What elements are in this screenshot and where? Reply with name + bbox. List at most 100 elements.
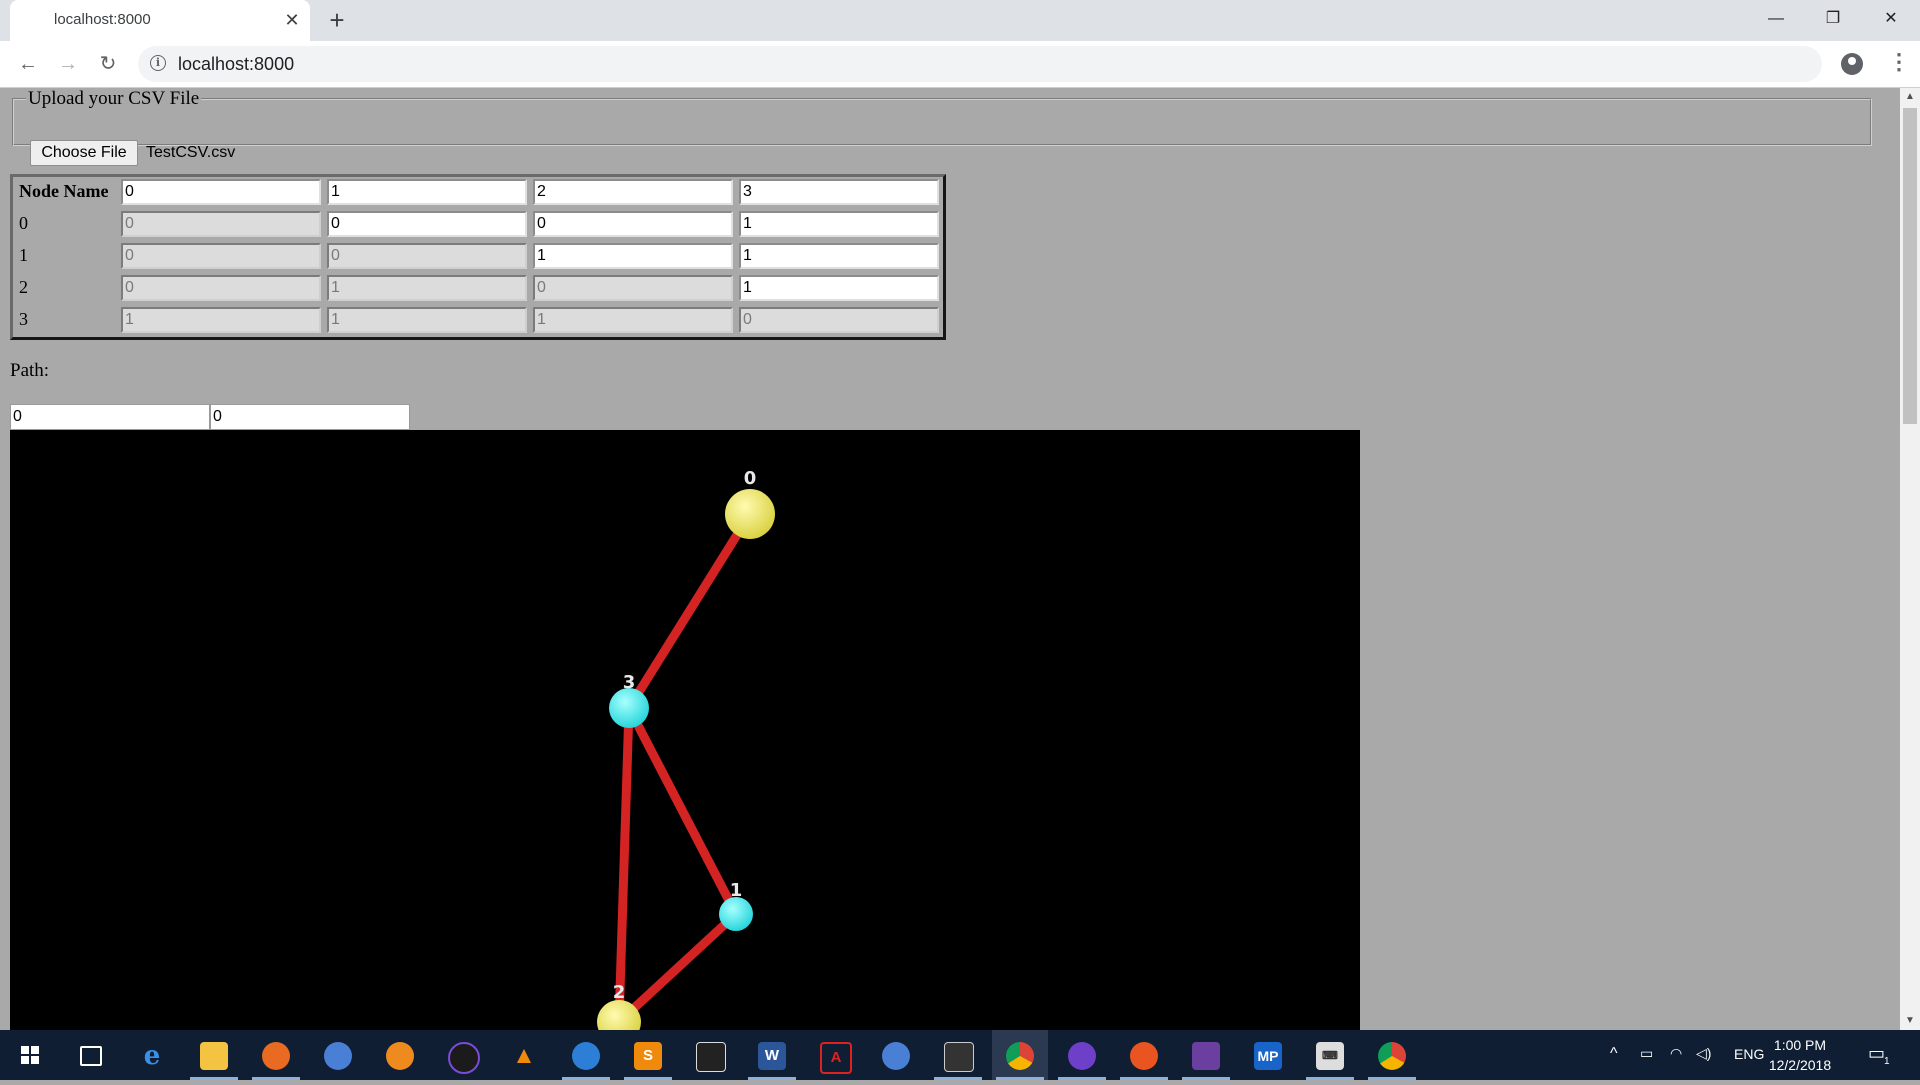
scroll-up-icon[interactable]: ▲ — [1900, 88, 1920, 106]
clock-date: 12/2/2018 — [1768, 1057, 1832, 1073]
matrix-cell — [327, 243, 527, 269]
chrome-icon[interactable] — [992, 1030, 1048, 1080]
minimize-icon[interactable]: — — [1753, 4, 1799, 34]
github-desktop-icon[interactable] — [1054, 1030, 1110, 1080]
action-center-icon[interactable]: ▭ — [1868, 1043, 1885, 1064]
close-window-icon[interactable]: ✕ — [1868, 4, 1914, 34]
video-editor-icon[interactable] — [682, 1030, 738, 1080]
row-label: 0 — [19, 213, 28, 233]
tab-strip: localhost:8000 ✕ + — ❐ ✕ — [0, 0, 1920, 41]
restore-icon[interactable]: ❐ — [1810, 4, 1856, 34]
graph-node-label: 2 — [613, 982, 626, 1003]
graph-node-label: 3 — [623, 672, 636, 693]
matrix-cell[interactable] — [739, 243, 939, 269]
graph-edge-3-2 — [614, 703, 634, 1027]
row-label: 3 — [19, 309, 28, 329]
browser-tab[interactable]: localhost:8000 ✕ — [10, 0, 310, 41]
matrix-cell — [533, 307, 733, 333]
graph-svg[interactable]: 0 3 1 2 — [10, 430, 1360, 1030]
graph-edge-1-2 — [614, 909, 741, 1027]
sublime-text-icon[interactable]: S — [620, 1030, 676, 1080]
column-header-input[interactable] — [327, 179, 527, 205]
reload-icon[interactable]: ↻ — [94, 50, 122, 78]
tab-title: localhost:8000 — [54, 11, 151, 28]
orange-app-icon[interactable] — [372, 1030, 428, 1080]
chrome-2-icon[interactable] — [1364, 1030, 1420, 1080]
matrix-cell[interactable] — [533, 243, 733, 269]
edge-icon[interactable]: e — [124, 1030, 180, 1080]
graph-node-label: 1 — [730, 880, 743, 901]
scroll-down-icon[interactable]: ▼ — [1900, 1012, 1920, 1030]
row-label: 1 — [19, 245, 28, 265]
matrix-cell — [121, 211, 321, 237]
chevron-up-icon[interactable]: ^ — [1610, 1045, 1618, 1063]
matrix-cell — [327, 275, 527, 301]
selected-file-name: TestCSV.csv — [146, 144, 236, 161]
vlc-icon[interactable]: ▲ — [496, 1030, 552, 1080]
path-label: Path: — [10, 360, 50, 381]
forward-icon[interactable]: → — [54, 50, 82, 78]
winrar-icon[interactable] — [1178, 1030, 1234, 1080]
wifi-icon[interactable]: ◠ — [1670, 1045, 1682, 1062]
system-clock[interactable]: 1:00 PM 12/2/2018 — [1758, 1035, 1842, 1075]
address-bar[interactable]: i localhost:8000 ☆ — [138, 46, 1822, 82]
close-tab-icon[interactable]: ✕ — [280, 8, 304, 32]
graph-edge-0-3 — [624, 509, 755, 713]
matrix-cell — [739, 307, 939, 333]
acrobat-icon[interactable]: A — [806, 1030, 862, 1080]
media-app-icon[interactable] — [434, 1030, 490, 1080]
upload-fieldset: Upload your CSV File Choose File TestCSV… — [12, 88, 1872, 166]
back-icon[interactable]: ← — [14, 50, 42, 78]
graph-canvas[interactable]: 0 3 1 2 — [10, 430, 1360, 1030]
page-content: Upload your CSV File Choose File TestCSV… — [0, 88, 1900, 1030]
matrix-cell — [121, 275, 321, 301]
new-tab-icon[interactable]: + — [323, 6, 351, 34]
volume-icon[interactable]: ◁) — [1696, 1045, 1711, 1062]
clock-time: 1:00 PM — [1773, 1037, 1827, 1053]
remote-desktop-icon[interactable]: ⌨ — [1302, 1030, 1358, 1080]
notification-count: 1 — [1884, 1056, 1890, 1067]
profile-avatar-icon[interactable] — [1841, 53, 1863, 75]
scroll-thumb[interactable] — [1903, 108, 1917, 424]
snipping-tool-icon[interactable] — [930, 1030, 986, 1080]
choose-file-button[interactable]: Choose File — [30, 140, 138, 166]
firefox-icon[interactable] — [248, 1030, 304, 1080]
ubuntu-icon[interactable] — [1116, 1030, 1172, 1080]
column-header-input[interactable] — [121, 179, 321, 205]
column-header-input[interactable] — [739, 179, 939, 205]
browser-toolbar: ← → ↻ i localhost:8000 ☆ ⋮ — [0, 41, 1920, 88]
graph-node-3[interactable] — [609, 688, 649, 728]
site-info-icon[interactable]: i — [150, 55, 166, 71]
internet-explorer-icon[interactable] — [558, 1030, 614, 1080]
row-label: 2 — [19, 277, 28, 297]
matrix-cell[interactable] — [327, 211, 527, 237]
upload-legend: Upload your CSV File — [28, 88, 200, 109]
matrix-cell — [533, 275, 733, 301]
file-explorer-icon[interactable] — [186, 1030, 242, 1080]
adjacency-matrix: Node Name 0 1 2 3 — [10, 174, 946, 340]
column-header-input[interactable] — [533, 179, 733, 205]
chromium-2-icon[interactable] — [868, 1030, 924, 1080]
matrix-cell — [327, 307, 527, 333]
page-scrollbar[interactable]: ▲ ▼ — [1900, 88, 1920, 1030]
url-text[interactable]: localhost:8000 — [178, 54, 294, 75]
graph-node-0[interactable] — [725, 489, 775, 539]
battery-icon[interactable]: ▭ — [1640, 1045, 1653, 1062]
path-start-input[interactable] — [10, 404, 210, 430]
graph-node-label: 0 — [744, 468, 757, 489]
start-icon[interactable] — [2, 1030, 58, 1080]
windows-taskbar: e ▲ S W A MP ⌨ ^ ▭ ◠ ◁) ENG 1:00 PM 12/2… — [0, 1030, 1920, 1080]
matrix-cell[interactable] — [739, 211, 939, 237]
mp-app-icon[interactable]: MP — [1240, 1030, 1296, 1080]
word-icon[interactable]: W — [744, 1030, 800, 1080]
chromium-icon[interactable] — [310, 1030, 366, 1080]
matrix-cell[interactable] — [739, 275, 939, 301]
node-name-header: Node Name — [19, 181, 109, 201]
path-end-input[interactable] — [210, 404, 410, 430]
matrix-cell — [121, 307, 321, 333]
task-view-icon[interactable] — [62, 1030, 118, 1080]
graph-edge-3-1 — [624, 703, 741, 919]
matrix-cell[interactable] — [533, 211, 733, 237]
menu-kebab-icon[interactable]: ⋮ — [1888, 49, 1910, 75]
graph-node-1[interactable] — [719, 897, 753, 931]
